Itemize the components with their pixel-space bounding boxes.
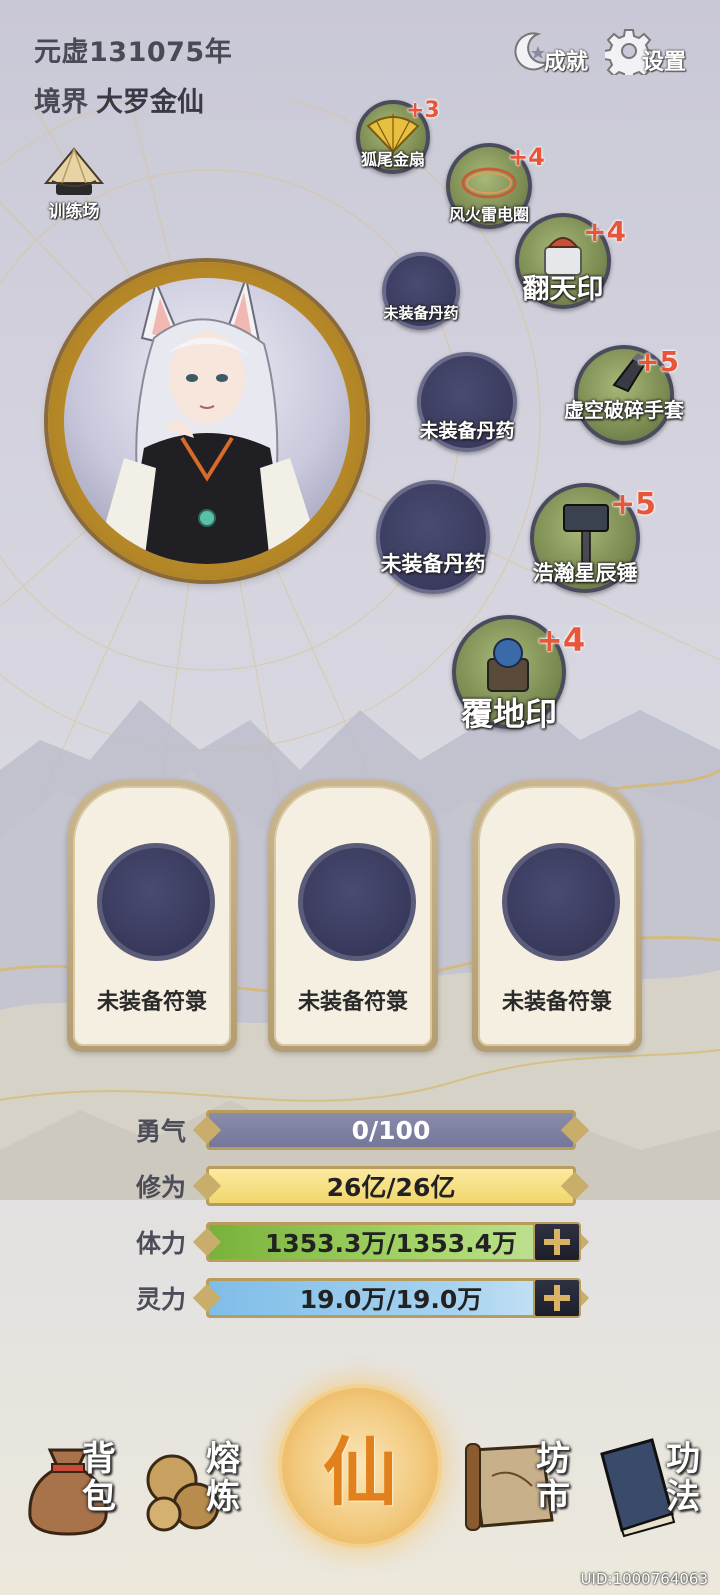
stamina-bar: 1353.3万/1353.4万 xyxy=(206,1222,576,1262)
courage-bar: 0/100 xyxy=(206,1110,576,1150)
year-display: 元虚131075年 xyxy=(34,37,233,68)
equip-name: 翻天印 xyxy=(522,274,604,305)
cultivation-value: 26亿/26亿 xyxy=(326,1173,456,1202)
nav-market-char-1: 坊 xyxy=(536,1439,570,1479)
stat-stamina: 体力 1353.3万/1353.4万 xyxy=(136,1222,576,1262)
character-portrait[interactable] xyxy=(48,262,366,580)
nav-bag[interactable]: 背包 xyxy=(20,1410,130,1550)
nav-smelt[interactable]: 熔炼 xyxy=(138,1410,258,1550)
nav-market-char-2: 市 xyxy=(536,1477,570,1517)
spirit-add-button[interactable] xyxy=(533,1278,581,1318)
nav-skills-char-2: 法 xyxy=(666,1477,700,1517)
settings-button[interactable]: 设置 xyxy=(604,26,686,76)
settings-label: 设置 xyxy=(642,50,687,75)
stat-spirit: 灵力 19.0万/19.0万 xyxy=(136,1278,576,1318)
talisman-card-3[interactable]: 未装备符箓 xyxy=(472,780,642,1052)
nav-market[interactable]: 坊市 xyxy=(462,1410,582,1550)
pill-slot-empty[interactable]: 未装备丹药 xyxy=(382,252,460,330)
immortal-center-button[interactable]: 仙 xyxy=(282,1388,438,1544)
pill-slot-label: 未装备丹药 xyxy=(419,420,515,442)
achievement-label: 成就 xyxy=(544,50,589,75)
training-ground-button[interactable]: 训练场 xyxy=(34,145,114,222)
realm-value: 大罗金仙 xyxy=(96,87,204,118)
equip-slot-fan[interactable]: +3 狐尾金扇 xyxy=(356,98,440,174)
realm-label: 境界 xyxy=(34,87,88,118)
stat-cultivation: 修为 26亿/26亿 xyxy=(136,1166,576,1206)
nav-skills[interactable]: 功法 xyxy=(592,1410,712,1550)
pill-slot-label: 未装备丹药 xyxy=(383,304,459,322)
spirit-value: 19.0万/19.0万 xyxy=(299,1285,483,1314)
straw-hat-icon xyxy=(34,145,114,205)
enhance-level: +5 xyxy=(636,345,679,378)
equip-name: 虚空破碎手套 xyxy=(564,398,684,422)
nav-bag-char-1: 背 xyxy=(82,1439,116,1479)
nav-bag-char-2: 包 xyxy=(82,1477,116,1517)
cultivation-bar: 26亿/26亿 xyxy=(206,1166,576,1206)
enhance-level: +4 xyxy=(583,215,626,248)
talisman-slot-empty xyxy=(502,843,620,961)
equip-slot-hammer[interactable]: +5 浩瀚星辰锤 xyxy=(530,483,656,593)
equip-slot-gauntlet[interactable]: +5 虚空破碎手套 xyxy=(564,345,684,445)
nav-smelt-char-1: 熔 xyxy=(206,1439,240,1479)
nav-skills-char-1: 功 xyxy=(666,1439,700,1479)
achievement-button[interactable]: 成就 xyxy=(506,26,588,76)
character-image xyxy=(64,278,350,564)
plus-icon xyxy=(544,1229,570,1255)
plus-icon xyxy=(544,1285,570,1311)
spirit-bar: 19.0万/19.0万 xyxy=(206,1278,576,1318)
talisman-label: 未装备符箓 xyxy=(501,990,612,1015)
equip-slot-seal[interactable]: +4 翻天印 xyxy=(515,213,626,309)
stamina-value: 1353.3万/1353.4万 xyxy=(264,1229,518,1258)
stamina-add-button[interactable] xyxy=(533,1222,581,1262)
equip-name: 浩瀚星辰锤 xyxy=(532,561,638,585)
nav-smelt-char-2: 炼 xyxy=(206,1477,240,1517)
talisman-slot-empty xyxy=(298,843,416,961)
enhance-level: +4 xyxy=(508,143,545,171)
pill-slot-empty[interactable]: 未装备丹药 xyxy=(376,480,490,594)
talisman-label: 未装备符箓 xyxy=(96,990,207,1015)
realm-display: 境界 大罗金仙 xyxy=(34,80,204,119)
talisman-slot-empty xyxy=(97,843,215,961)
talisman-card-1[interactable]: 未装备符箓 xyxy=(67,780,237,1052)
enhance-level: +3 xyxy=(406,98,440,123)
enhance-level: +5 xyxy=(610,487,657,522)
center-glyph: 仙 xyxy=(323,1429,397,1516)
enhance-level: +4 xyxy=(536,621,586,659)
equip-slot-earth-seal[interactable]: +4 覆地印 xyxy=(452,615,585,733)
talisman-label: 未装备符箓 xyxy=(297,990,408,1015)
user-id: UID:1000764063 xyxy=(580,1570,708,1588)
stat-courage: 勇气 0/100 xyxy=(136,1110,576,1150)
talisman-card-2[interactable]: 未装备符箓 xyxy=(268,780,438,1052)
courage-value: 0/100 xyxy=(351,1115,431,1145)
pill-slot-empty[interactable]: 未装备丹药 xyxy=(417,352,517,452)
equip-name: 覆地印 xyxy=(460,695,557,733)
